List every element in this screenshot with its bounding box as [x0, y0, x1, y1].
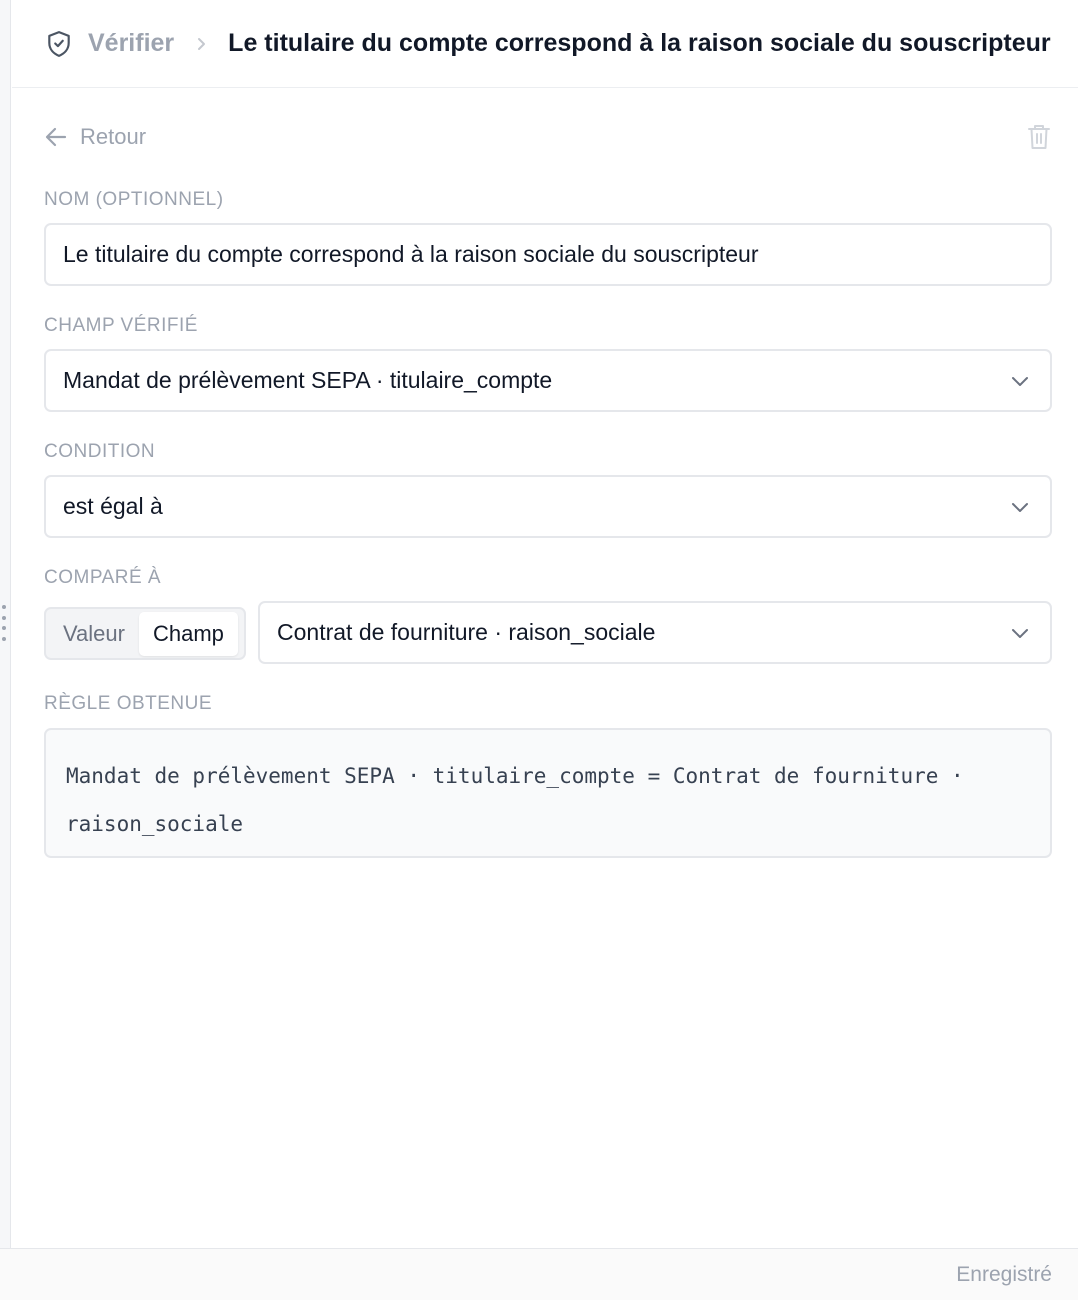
breadcrumb-header: Vérifier Le titulaire du compte correspo… [12, 0, 1078, 88]
breadcrumb-root[interactable]: Vérifier [88, 29, 174, 58]
resize-handle[interactable] [0, 605, 8, 641]
chevron-down-icon [1010, 371, 1030, 391]
name-label: Nom (optionnel) [44, 189, 224, 210]
rule-preview: Mandat de prélèvement SEPA · titulaire_c… [44, 728, 1052, 858]
condition-label: Condition [44, 441, 156, 462]
back-button-label: Retour [80, 124, 147, 149]
condition-select[interactable]: est égal à [44, 475, 1052, 538]
shield-check-icon [45, 30, 73, 58]
name-field[interactable] [44, 223, 1052, 286]
breadcrumb-current: Le titulaire du compte correspond à la r… [228, 29, 1051, 57]
delete-button[interactable] [1026, 122, 1052, 152]
back-button[interactable]: Retour [44, 124, 146, 150]
arrow-left-icon [44, 126, 68, 148]
compare-field-select[interactable]: Contrat de fourniture · raison_sociale [258, 601, 1052, 664]
name-input[interactable] [63, 241, 1030, 268]
chevron-down-icon [1010, 497, 1030, 517]
checked-field-select[interactable]: Mandat de prélèvement SEPA · titulaire_c… [44, 349, 1052, 412]
mode-value-option[interactable]: Valeur [49, 612, 139, 656]
trash-icon [1027, 123, 1051, 151]
condition-value: est égal à [63, 493, 163, 519]
toolbar: Retour [44, 118, 1052, 156]
checked-field-value: Mandat de prélèvement SEPA · titulaire_c… [63, 367, 553, 393]
field-label: Champ vérifié [44, 315, 198, 336]
rule-label: Règle obtenue [44, 693, 213, 714]
save-status: Enregistré [956, 1262, 1052, 1286]
mode-field-option[interactable]: Champ [138, 611, 238, 656]
compare-mode-toggle: Valeur Champ [44, 607, 246, 660]
footer: Enregistré [0, 1248, 1078, 1300]
chevron-down-icon [1010, 623, 1030, 643]
compare-field-value: Contrat de fourniture · raison_sociale [277, 619, 656, 645]
compare-label: Comparé à [44, 567, 162, 588]
chevron-right-icon [194, 37, 208, 51]
